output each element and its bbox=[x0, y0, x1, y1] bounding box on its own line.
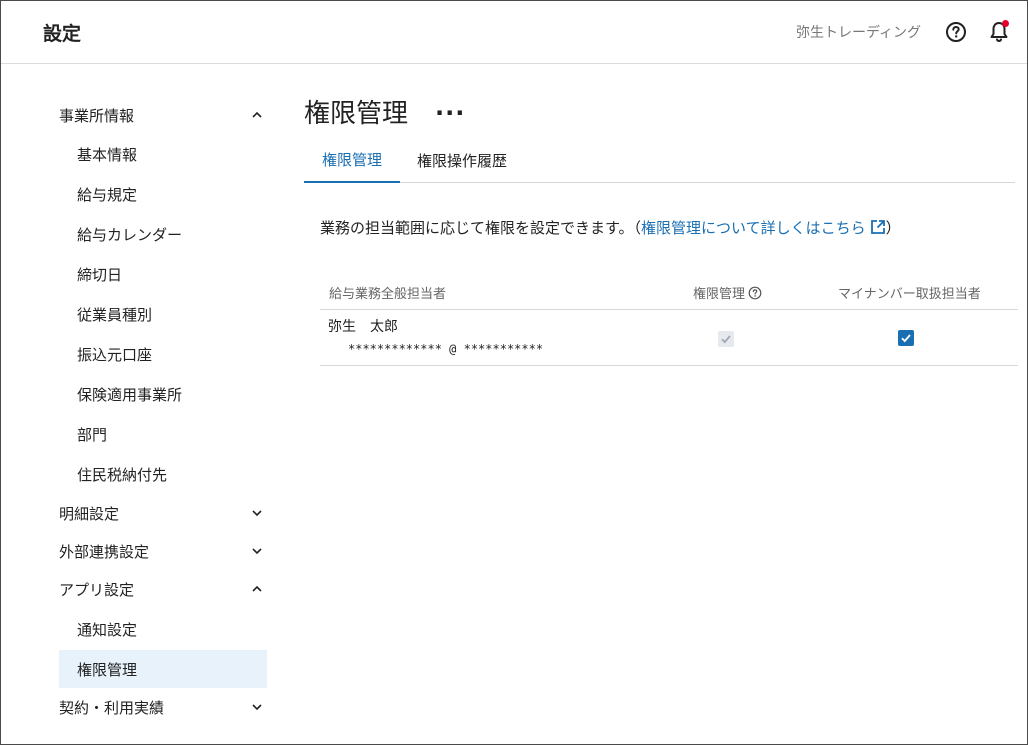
sidebar-item-label: アプリ設定 bbox=[59, 580, 135, 599]
table-row: 弥生 太郎 ************* @ *********** bbox=[320, 311, 1018, 366]
description: 業務の担当範囲に応じて権限を設定できます。（権限管理について詳しくはこちら ） bbox=[320, 217, 901, 238]
chevron-down-icon bbox=[252, 510, 262, 517]
notification-dot bbox=[1002, 20, 1009, 27]
sidebar-item-basic-info[interactable]: 基本情報 bbox=[59, 135, 271, 173]
sidebar-item-pay-rules[interactable]: 給与規定 bbox=[59, 175, 271, 213]
permission-admin-checkbox bbox=[718, 331, 734, 347]
tab-permission-management[interactable]: 権限管理 bbox=[304, 137, 400, 183]
sidebar-item-label: 基本情報 bbox=[77, 145, 138, 164]
app-window: 設定 弥生トレーディング 事業所情報 基本情報 給与規定 給与カレンダー 締切日… bbox=[0, 0, 1028, 745]
tab-permission-history[interactable]: 権限操作履歴 bbox=[408, 137, 516, 183]
sidebar-item-label: 明細設定 bbox=[59, 504, 120, 523]
sidebar-item-label: 給与カレンダー bbox=[77, 225, 183, 244]
tab-bar: 権限管理 権限操作履歴 bbox=[304, 137, 1015, 183]
sidebar-item-closing-date[interactable]: 締切日 bbox=[59, 255, 271, 293]
sidebar-item-label: 外部連携設定 bbox=[59, 542, 150, 561]
sidebar-item-statement-settings[interactable]: 明細設定 bbox=[59, 494, 271, 532]
help-link[interactable]: 権限管理について詳しくはこちら bbox=[641, 219, 886, 237]
column-header-permission-admin: 権限管理 bbox=[693, 283, 762, 302]
help-circle-icon bbox=[946, 22, 966, 42]
description-close: ） bbox=[885, 219, 901, 237]
sidebar-item-label: 契約・利用実績 bbox=[59, 698, 165, 717]
column-header-my-number: マイナンバー取扱担当者 bbox=[838, 287, 981, 302]
sidebar-item-label: 給与規定 bbox=[77, 185, 138, 204]
sidebar-item-label: 振込元口座 bbox=[77, 345, 153, 364]
sidebar-item-label: 従業員種別 bbox=[77, 305, 153, 324]
sidebar-item-department[interactable]: 部門 bbox=[59, 415, 271, 453]
column-header-label: 権限管理 bbox=[693, 287, 746, 302]
app-title: 設定 bbox=[43, 23, 82, 45]
column-header-payroll-staff: 給与業務全般担当者 bbox=[329, 287, 447, 302]
more-options-button[interactable]: ... bbox=[435, 93, 465, 121]
help-link-label: 権限管理について詳しくはこちら bbox=[641, 219, 866, 237]
external-link-icon bbox=[870, 220, 885, 234]
sidebar-item-pay-calendar[interactable]: 給与カレンダー bbox=[59, 215, 271, 253]
company-name[interactable]: 弥生トレーディング bbox=[796, 22, 921, 42]
sidebar-item-label: 事業所情報 bbox=[59, 106, 135, 125]
notification-button[interactable] bbox=[987, 20, 1011, 44]
chevron-down-icon bbox=[252, 548, 262, 555]
sidebar-item-employee-type[interactable]: 従業員種別 bbox=[59, 295, 271, 333]
help-circle-icon[interactable] bbox=[748, 286, 762, 300]
chevron-down-icon bbox=[252, 704, 262, 711]
sidebar: 事業所情報 基本情報 給与規定 給与カレンダー 締切日 従業員種別 振込元口座 … bbox=[1, 65, 281, 744]
sidebar-item-notification-settings[interactable]: 通知設定 bbox=[59, 610, 271, 648]
sidebar-item-label: 権限管理 bbox=[77, 660, 138, 679]
sidebar-item-label: 住民税納付先 bbox=[77, 465, 168, 484]
chevron-up-icon bbox=[252, 111, 262, 118]
my-number-checkbox[interactable] bbox=[898, 330, 914, 346]
sidebar-item-app-settings[interactable]: アプリ設定 bbox=[59, 570, 271, 608]
check-icon bbox=[901, 334, 911, 343]
sidebar-item-insurance-office[interactable]: 保険適用事業所 bbox=[59, 375, 271, 413]
chevron-up-icon bbox=[252, 585, 262, 592]
page-title: 権限管理 bbox=[304, 99, 409, 129]
sidebar-item-resident-tax[interactable]: 住民税納付先 bbox=[59, 455, 271, 493]
user-name: 弥生 太郎 bbox=[328, 319, 398, 335]
sidebar-item-contract-usage[interactable]: 契約・利用実績 bbox=[59, 688, 271, 726]
sidebar-item-label: 通知設定 bbox=[77, 620, 138, 639]
sidebar-item-permission-management[interactable]: 権限管理 bbox=[59, 650, 267, 688]
sidebar-item-business-info[interactable]: 事業所情報 bbox=[59, 96, 271, 134]
sidebar-item-label: 締切日 bbox=[77, 265, 123, 284]
sidebar-item-transfer-account[interactable]: 振込元口座 bbox=[59, 335, 271, 373]
sidebar-item-label: 保険適用事業所 bbox=[77, 385, 183, 404]
sidebar-item-label: 部門 bbox=[77, 425, 108, 444]
help-button[interactable] bbox=[945, 21, 967, 43]
sidebar-item-external-integration[interactable]: 外部連携設定 bbox=[59, 532, 271, 570]
user-email: ************* @ *********** bbox=[348, 342, 544, 356]
description-text: 業務の担当範囲に応じて権限を設定できます。（ bbox=[320, 219, 642, 237]
table-header: 給与業務全般担当者 権限管理 マイナンバー取扱担当者 bbox=[320, 272, 1018, 310]
check-icon bbox=[721, 335, 731, 344]
top-header: 設定 弥生トレーディング bbox=[1, 1, 1027, 64]
